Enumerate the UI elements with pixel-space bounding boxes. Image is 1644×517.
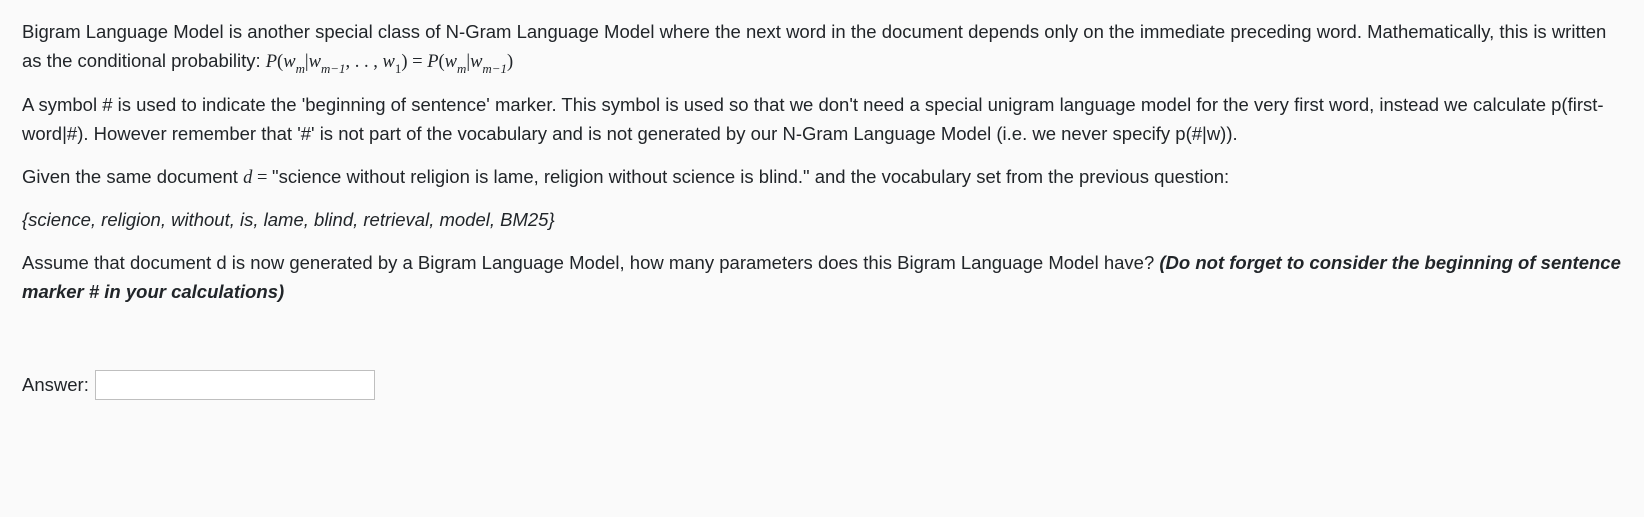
para3-text-b: "science without religion is lame, relig… xyxy=(272,166,1229,187)
doc-variable: d = xyxy=(243,168,272,188)
formula-conditional-probability: P(wm|wm−1, . . , w1) = P(wm|wm−1) xyxy=(266,52,513,72)
paragraph-1: Bigram Language Model is another special… xyxy=(22,18,1622,77)
vocabulary-set: {science, religion, without, is, lame, b… xyxy=(22,206,1622,235)
para1-text-a: Bigram Language Model is another special… xyxy=(22,21,1606,71)
answer-row: Answer: xyxy=(22,370,1622,400)
paragraph-5: Assume that document d is now generated … xyxy=(22,249,1622,306)
paragraph-3: Given the same document d = "science wit… xyxy=(22,163,1622,193)
para3-text-a: Given the same document xyxy=(22,166,243,187)
para5-text-a: Assume that document d is now generated … xyxy=(22,252,1159,273)
answer-label: Answer: xyxy=(22,371,89,400)
paragraph-2: A symbol # is used to indicate the 'begi… xyxy=(22,91,1622,148)
answer-input[interactable] xyxy=(95,370,375,400)
